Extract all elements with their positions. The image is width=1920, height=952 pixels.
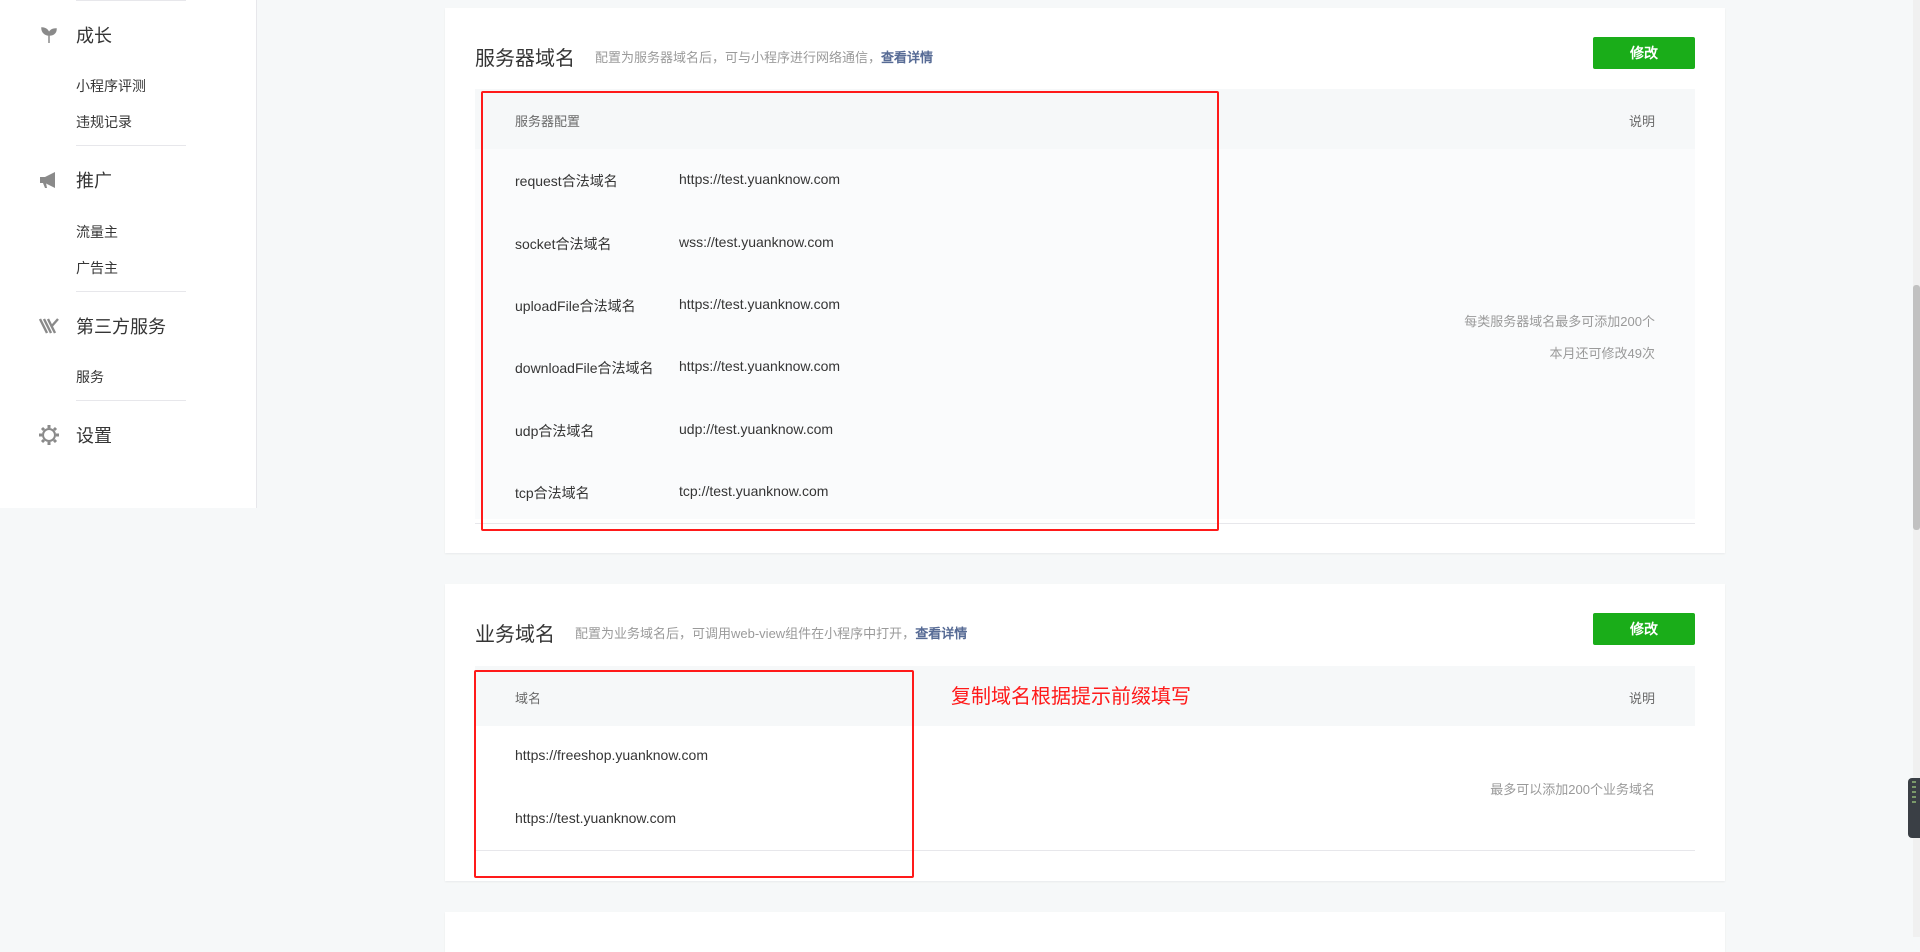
server-domain-desc-text: 配置为服务器域名后，可与小程序进行网络通信， — [595, 50, 882, 65]
next-card — [445, 912, 1725, 952]
business-domain-card: 业务域名 配置为业务域名后，可调用web-view组件在小程序中打开，查看详情 … — [445, 584, 1725, 881]
third-party-icon — [38, 315, 60, 337]
divider — [76, 291, 186, 292]
server-domain-modify-button[interactable]: 修改 — [1593, 37, 1695, 69]
sidebar-item-traffic-owner[interactable]: 流量主 — [76, 222, 118, 242]
sidebar-item-advertiser[interactable]: 广告主 — [76, 258, 118, 278]
sidebar-group-label: 推广 — [76, 171, 112, 191]
divider — [76, 0, 186, 1]
megaphone-icon — [38, 169, 60, 191]
server-domain-title: 服务器域名 — [475, 48, 575, 70]
gear-icon — [38, 424, 60, 446]
highlight-box — [481, 91, 1219, 531]
business-domain-desc: 配置为业务域名后，可调用web-view组件在小程序中打开，查看详情 — [575, 623, 967, 642]
annotation-text: 复制域名根据提示前缀填写 — [951, 686, 1191, 708]
sidebar-group-third-party[interactable]: 第三方服务 — [38, 311, 166, 341]
sidebar-group-growth[interactable]: 成长 — [38, 20, 112, 50]
business-domain-modify-button[interactable]: 修改 — [1593, 613, 1695, 645]
divider — [76, 145, 186, 146]
sidebar-item-evaluation[interactable]: 小程序评测 — [76, 76, 146, 96]
floating-side-handle[interactable] — [1908, 778, 1920, 838]
business-domain-title: 业务域名 — [475, 624, 555, 646]
server-domain-note-remaining: 本月还可修改49次 — [1549, 346, 1655, 361]
highlight-box — [474, 670, 914, 878]
header-description: 说明 — [1628, 114, 1655, 129]
scrollbar-thumb[interactable] — [1913, 285, 1920, 530]
sidebar-item-violations[interactable]: 违规记录 — [76, 112, 132, 132]
business-domain-desc-text: 配置为业务域名后，可调用web-view组件在小程序中打开， — [575, 626, 916, 641]
header-description: 说明 — [1628, 691, 1655, 706]
server-domain-card: 服务器域名 配置为服务器域名后，可与小程序进行网络通信，查看详情 修改 服务器配… — [445, 8, 1725, 553]
business-domain-details-link[interactable]: 查看详情 — [915, 626, 967, 641]
server-domain-details-link[interactable]: 查看详情 — [881, 50, 933, 65]
divider — [76, 400, 186, 401]
sidebar-group-promotion[interactable]: 推广 — [38, 165, 112, 195]
server-domain-desc: 配置为服务器域名后，可与小程序进行网络通信，查看详情 — [595, 47, 933, 66]
sidebar-group-settings[interactable]: 设置 — [38, 420, 112, 450]
sidebar-group-label: 第三方服务 — [76, 317, 166, 337]
sidebar-group-label: 成长 — [76, 26, 112, 46]
server-domain-note-limit: 每类服务器域名最多可添加200个 — [1464, 314, 1655, 329]
sidebar-group-label: 设置 — [76, 426, 112, 446]
sidebar-item-service[interactable]: 服务 — [76, 367, 104, 387]
sidebar: 成长 小程序评测 违规记录 推广 流量主 广告主 第三方服务 服务 设置 — [0, 0, 257, 508]
business-domain-note: 最多可以添加200个业务域名 — [1490, 782, 1655, 797]
sprout-icon — [38, 24, 60, 46]
